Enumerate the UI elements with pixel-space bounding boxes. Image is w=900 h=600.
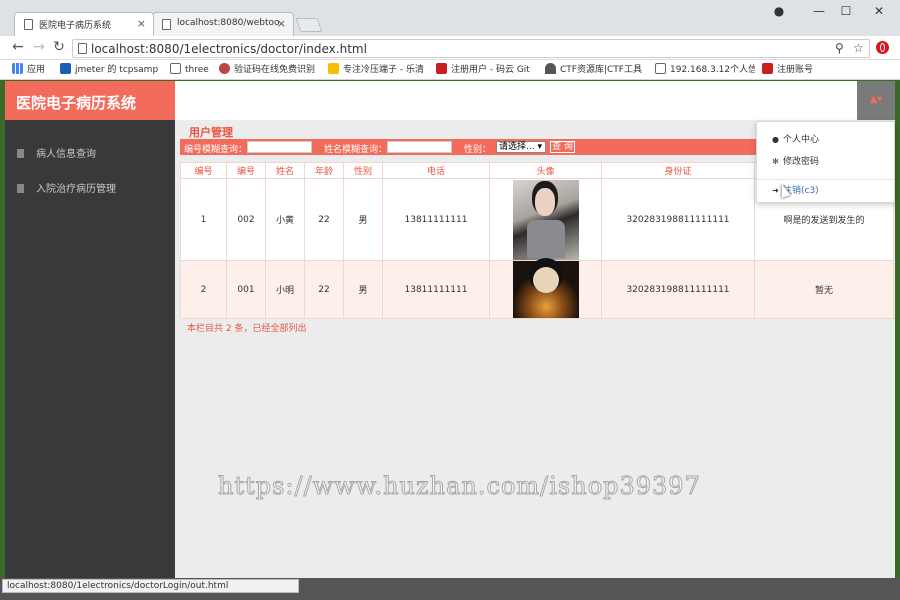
bookmark-item[interactable]: 专注冷压端子 - 乐清 — [328, 63, 428, 77]
c-logo-icon — [762, 63, 773, 74]
page-icon — [170, 63, 181, 74]
zoom-icon[interactable]: ⚲ — [835, 41, 844, 55]
minimize-icon[interactable]: — — [808, 4, 830, 18]
browser-toolbar: ← → ↻ localhost:8080/1electronics/doctor… — [0, 36, 900, 60]
column-header: 性别 — [343, 162, 383, 179]
avatar — [512, 179, 579, 260]
menu-item-profile[interactable]: ● 个人中心 — [771, 132, 819, 145]
cell-gender: 男 — [343, 260, 383, 319]
name-filter-label: 姓名模糊查询： — [324, 145, 388, 155]
cell-idcard: 320283198811111111 — [601, 178, 755, 261]
browser-titlebar: 医院电子病历系统 × localhost:8080/webtoo × ● — ☐… — [0, 0, 900, 36]
cell-gender: 男 — [343, 178, 383, 261]
column-header: 头像 — [489, 162, 602, 179]
app-brand[interactable]: 医院电子病历系统 — [5, 81, 175, 120]
user-menu-toggle[interactable]: ▲▾ — [857, 81, 895, 120]
user-dropdown-menu: ● 个人中心 ✻ 修改密码 ➜ 注销(c3) — [756, 121, 895, 203]
maximize-icon[interactable]: ☐ — [835, 4, 857, 18]
page-icon — [24, 19, 33, 30]
column-header: 编号 — [226, 162, 266, 179]
bookmark-item[interactable]: CTF资源库|CTF工具 — [545, 63, 643, 77]
bookmark-item[interactable]: 注册用户 - 码云 Git — [436, 63, 536, 77]
cell-phone: 13811111111 — [382, 260, 490, 319]
profile-icon[interactable]: ● — [768, 4, 790, 18]
top-navbar — [175, 81, 895, 120]
cell-idcard: 320283198811111111 — [601, 260, 755, 319]
cell-code: 001 — [226, 260, 266, 319]
bookmark-item[interactable]: 192.168.3.12个人信 — [655, 63, 755, 77]
page-icon — [655, 63, 666, 74]
cell-avatar — [489, 178, 602, 261]
list-summary: 本栏目共 2 条，已经全部列出 — [187, 324, 307, 334]
column-header: 年龄 — [304, 162, 344, 179]
close-window-icon[interactable]: ✕ — [868, 4, 890, 18]
cell-no: 2 — [180, 260, 227, 319]
cell-code: 002 — [226, 178, 266, 261]
url-text: localhost:8080/1electronics/doctor/index… — [91, 42, 367, 56]
apps-grid-icon — [12, 63, 23, 74]
browser-tab[interactable]: localhost:8080/webtoo × — [152, 12, 294, 36]
bookmarks-bar: 应用 jmeter 的 tcpsampl three 验证码在线免费识别 专注冷… — [0, 60, 900, 80]
reload-icon[interactable]: ↻ — [51, 39, 67, 55]
gender-filter-label: 性别： — [464, 145, 492, 155]
gender-select[interactable]: 请选择... ▾ — [496, 141, 546, 153]
id-filter-input[interactable] — [247, 141, 312, 153]
user-icon: ● — [772, 135, 779, 144]
bookmark-item[interactable]: 验证码在线免费识别 — [219, 63, 319, 77]
bookmark-apps[interactable]: 应用 — [12, 63, 57, 77]
forward-icon[interactable]: → — [31, 39, 47, 55]
gitee-icon — [436, 63, 447, 74]
cell-age: 22 — [304, 178, 344, 261]
cell-avatar — [489, 260, 602, 319]
tab-title: localhost:8080/webtoo — [177, 18, 280, 28]
name-filter-input[interactable] — [387, 141, 452, 153]
cell-note: 暂无 — [754, 260, 894, 319]
bookmark-star-icon[interactable]: ☆ — [853, 41, 864, 55]
column-header: 身份证 — [601, 162, 755, 179]
back-icon[interactable]: ← — [10, 39, 26, 55]
browser-tab-active[interactable]: 医院电子病历系统 × — [14, 12, 154, 36]
document-icon — [17, 184, 24, 193]
star-icon — [328, 63, 339, 74]
sidebar-item-patient-query[interactable]: 病人信息查询 — [17, 145, 96, 160]
sidebar: 病人信息查询 入院治疗病历管理 — [5, 120, 175, 578]
cell-name: 小黄 — [265, 178, 305, 261]
close-icon[interactable]: × — [277, 17, 286, 30]
menu-item-change-password[interactable]: ✻ 修改密码 — [771, 154, 819, 167]
page-icon — [162, 19, 171, 30]
tab-title: 医院电子病历系统 — [39, 21, 112, 31]
bookmark-item[interactable]: 注册账号 — [762, 63, 832, 77]
cell-name: 小明 — [265, 260, 305, 319]
person-icon — [545, 63, 556, 74]
new-tab-button[interactable] — [295, 18, 323, 32]
close-icon[interactable]: × — [137, 17, 146, 30]
opera-icon[interactable] — [876, 41, 889, 54]
sidebar-item-record-management[interactable]: 入院治疗病历管理 — [17, 180, 116, 195]
column-header: 电话 — [382, 162, 490, 179]
watermark-text: https://www.huzhan.com/ishop39397 — [218, 472, 701, 501]
bookmark-item[interactable]: jmeter 的 tcpsampl — [60, 63, 158, 77]
cell-phone: 13811111111 — [382, 178, 490, 261]
status-url: localhost:8080/1electronics/doctorLogin/… — [2, 579, 299, 593]
column-header: 姓名 — [265, 162, 305, 179]
menu-divider — [757, 179, 894, 180]
avatar — [512, 261, 579, 318]
id-filter-label: 编号模糊查询： — [184, 145, 248, 155]
page-icon — [78, 43, 87, 54]
address-bar[interactable]: localhost:8080/1electronics/doctor/index… — [72, 39, 870, 58]
page-title: 用户管理 — [189, 126, 233, 139]
column-header: 编号 — [180, 162, 227, 179]
table-row[interactable]: 2 001 小明 22 男 13811111111 32028319881111… — [180, 260, 894, 319]
bookmark-item[interactable]: three — [170, 63, 215, 77]
cell-no: 1 — [180, 178, 227, 261]
gear-icon: ✻ — [772, 157, 779, 166]
web-page: 医院电子病历系统 ▲▾ 病人信息查询 入院治疗病历管理 用户管理 编号模糊查询：… — [5, 81, 895, 578]
bug-icon — [219, 63, 230, 74]
search-button[interactable]: 查 询 — [550, 141, 575, 153]
user-icon: ▲▾ — [869, 94, 883, 105]
document-icon — [17, 149, 24, 158]
shield-icon — [60, 63, 71, 74]
cell-age: 22 — [304, 260, 344, 319]
